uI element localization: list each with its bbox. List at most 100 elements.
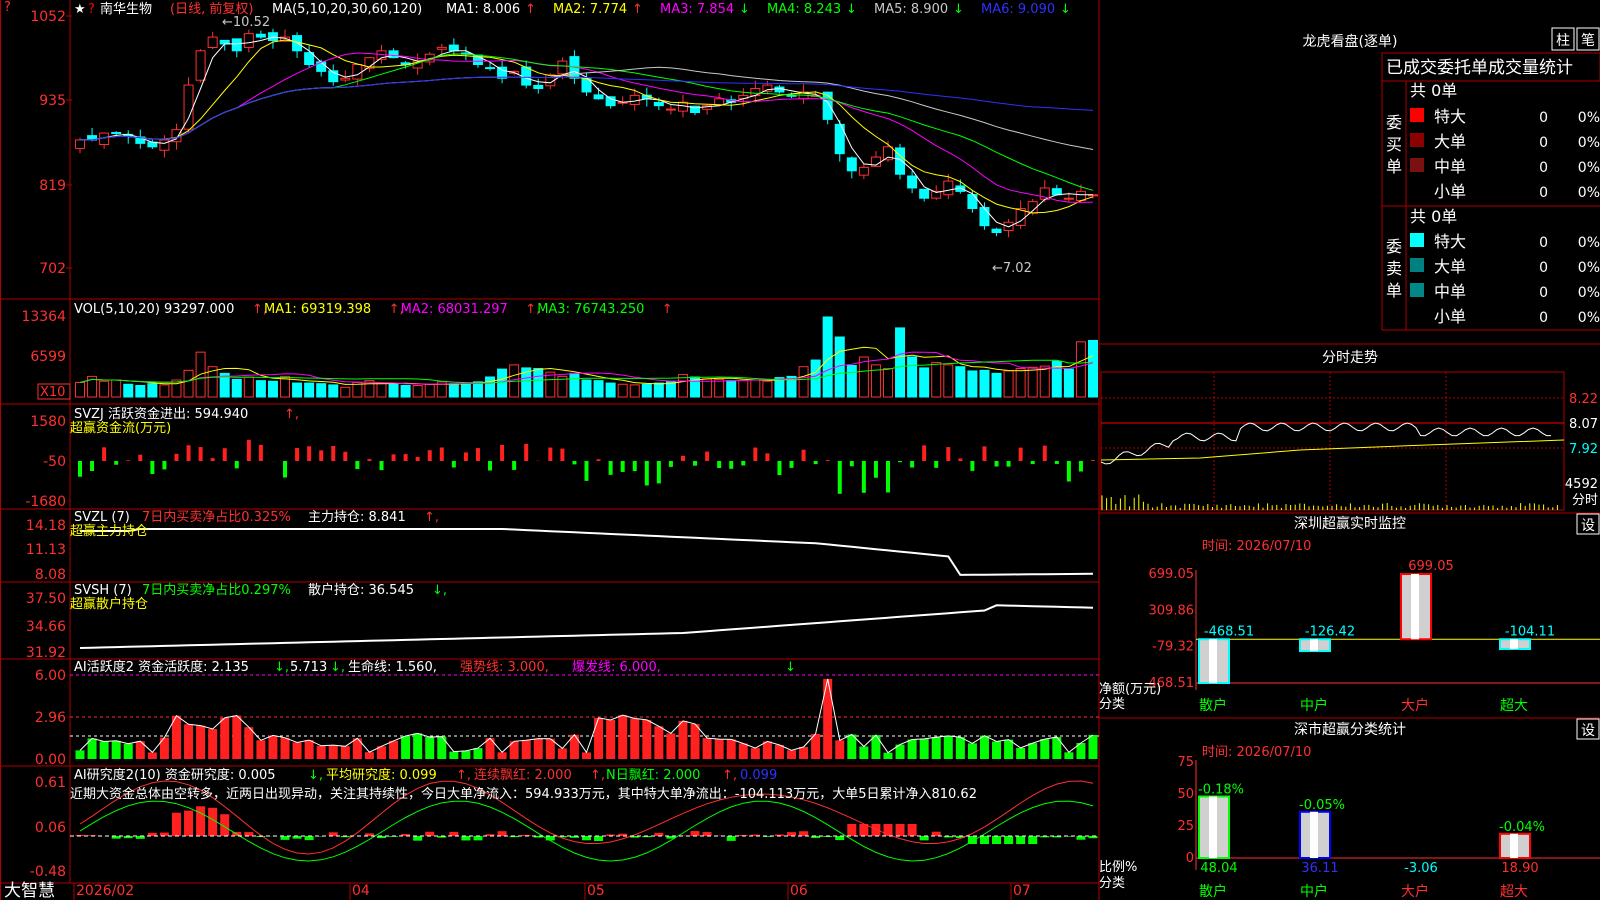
classify-ylabel-2: 分类	[1099, 876, 1125, 891]
svzj-bar	[644, 461, 649, 486]
svzj-bar	[837, 461, 842, 494]
svsh-tick: 37.50	[26, 591, 66, 607]
date-label: 05	[587, 883, 605, 899]
svzj-bar	[246, 439, 251, 461]
candle-body	[907, 175, 918, 189]
ma-arrow-1: ↑	[525, 2, 536, 17]
ai2-bar	[1028, 836, 1038, 844]
classify-bar-shine	[1310, 811, 1318, 858]
candle-body	[750, 88, 761, 97]
candle-body	[665, 108, 676, 111]
candle-body	[557, 60, 568, 75]
svzj-bar	[656, 461, 661, 484]
candle-body	[159, 139, 170, 151]
ai1-bar	[883, 752, 893, 759]
ai1-bar	[292, 742, 302, 759]
monitor-bar-label: 699.05	[1408, 559, 1454, 574]
svzj-tick: 1580	[30, 414, 66, 430]
svzj-bar	[922, 445, 927, 461]
ai2-bar	[328, 832, 338, 836]
monitor-category: 大户	[1401, 697, 1429, 714]
svzl-val: 主力持仓: 8.841	[308, 510, 406, 525]
svzj-bar	[78, 461, 82, 477]
volume-bar	[955, 366, 966, 398]
ai1-bar	[919, 738, 929, 759]
svzj-bar	[162, 461, 167, 470]
classify-title: 深市超赢分类统计	[1294, 721, 1406, 738]
ai1-line	[79, 678, 1094, 754]
ma-arrow-5: ↓	[953, 2, 964, 17]
svzj-bar	[150, 461, 155, 474]
candle-body	[340, 77, 351, 81]
volume-bar	[979, 369, 990, 398]
ai1-bar	[582, 752, 591, 759]
svsh-tick: 31.92	[26, 645, 66, 661]
svzj-bar	[982, 446, 987, 461]
svzj-bar	[560, 448, 565, 461]
ai2-bar	[690, 831, 700, 836]
monitor-bar-shine	[1209, 639, 1217, 683]
monitor-bar-shine	[1310, 639, 1318, 652]
date-label: 06	[790, 883, 808, 899]
ai2-bar	[871, 824, 881, 836]
volume-bar	[497, 368, 508, 398]
volume-bar	[135, 384, 146, 398]
ai1-bar	[449, 751, 459, 759]
ai1-bar	[328, 745, 338, 759]
svzj-bar	[427, 450, 432, 461]
ai1-bar	[461, 750, 471, 759]
sell-side-char: 卖	[1386, 259, 1402, 278]
svsh-val: 散户持仓: 36.545	[308, 582, 414, 598]
ai2-last: 0.099	[740, 768, 777, 783]
svzj-bar	[463, 452, 468, 461]
ai1-bar	[123, 743, 133, 759]
classify-category: 散户	[1199, 883, 1227, 900]
buy-row-label: 中单	[1434, 157, 1466, 176]
volume-bar	[364, 380, 375, 398]
candle-body	[979, 207, 990, 227]
candle-body	[943, 180, 954, 196]
svsh-arrow: ↓,	[432, 583, 447, 598]
candle-body	[991, 228, 1002, 234]
intraday-title: 分时走势	[1322, 350, 1378, 366]
vol-label: VOL(5,10,20) 93297.000	[74, 302, 234, 317]
ai1-bar	[75, 750, 85, 759]
ai1-bar	[654, 726, 664, 759]
ai1-bar	[401, 736, 411, 759]
ai2-avg: 平均研究度: 0.099	[326, 767, 437, 783]
svzj-bar	[415, 456, 420, 461]
candle-body	[919, 188, 930, 199]
svzj-bar	[319, 450, 324, 461]
volume-bar	[617, 383, 628, 398]
volume-bar	[1015, 368, 1026, 398]
candle-body	[858, 166, 869, 176]
svsh-line	[79, 604, 1094, 649]
volume-bar	[328, 384, 339, 398]
volume-bar	[967, 370, 978, 398]
ai1-bar	[762, 741, 772, 759]
ai2-nred: N日飘红: 2.000	[606, 767, 700, 783]
ma-arrow-4: ↓	[846, 2, 857, 17]
svzj-bar	[1006, 461, 1011, 467]
svzj-bar	[705, 451, 710, 461]
svzj-bar	[90, 461, 95, 471]
candle-body	[846, 157, 857, 172]
monitor-category: 超大	[1500, 698, 1528, 714]
volume-bar	[1027, 366, 1038, 398]
svzj-bar	[970, 461, 975, 471]
chart-canvas: ? ★ ? 南华生物 (日线, 前复权) MA(5,10,20,30,60,12…	[0, 0, 1600, 900]
volume-bar	[147, 383, 158, 398]
svzj-bar	[873, 461, 878, 478]
candle-body	[1063, 197, 1074, 200]
svsh-sub: 超赢散户持仓	[70, 596, 148, 612]
pen-button: 笔	[1581, 33, 1595, 49]
svzj-bar	[765, 453, 770, 461]
candle-body	[255, 33, 266, 38]
classify-top-label: -0.18%	[1198, 783, 1244, 798]
ai1-tick: 6.00	[35, 668, 66, 684]
volume-bar	[400, 384, 411, 398]
ai1-bar	[1088, 734, 1098, 759]
svzj-bar	[210, 458, 215, 461]
ai1-label: AI活跃度2 资金活跃度: 2.135	[74, 659, 249, 675]
volume-bar	[714, 378, 725, 398]
